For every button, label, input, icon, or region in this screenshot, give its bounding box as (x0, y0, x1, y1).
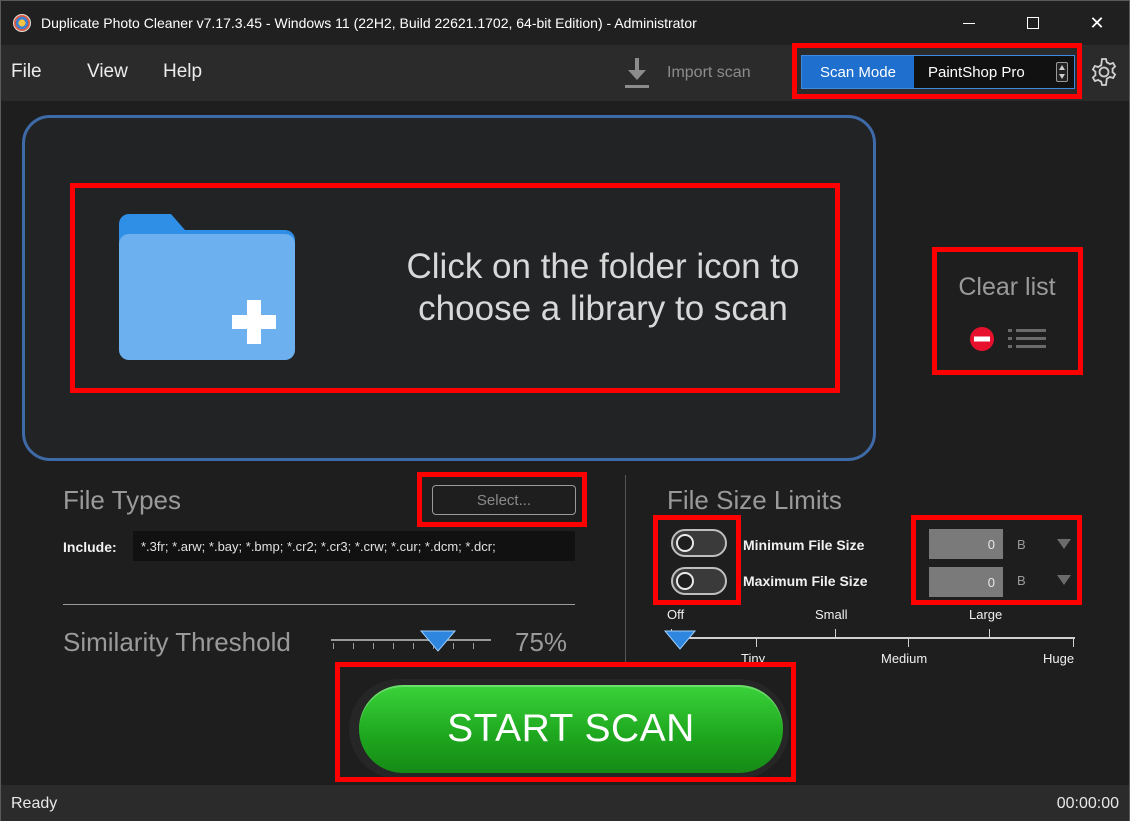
max-file-size-toggle[interactable] (671, 567, 727, 595)
file-size-slider[interactable]: Off Small Large Tiny Medium Huge (661, 607, 1081, 669)
status-text: Ready (11, 795, 58, 812)
close-icon: ✕ (1089, 12, 1105, 33)
minimize-icon (963, 22, 975, 24)
spinner-arrows-icon[interactable] (1056, 62, 1068, 82)
toggle-knob (676, 572, 694, 590)
size-scale-tiny: Tiny (741, 651, 766, 666)
window-controls: ✕ (937, 1, 1129, 45)
include-extensions-field[interactable]: *.3fr; *.arw; *.bay; *.bmp; *.cr2; *.cr3… (133, 531, 575, 561)
clear-list-button[interactable]: Clear list (936, 251, 1078, 371)
divider (63, 604, 575, 605)
size-scale-off: Off (667, 607, 685, 622)
max-unit-dropdown-icon[interactable] (1057, 575, 1071, 585)
scan-mode-dropdown[interactable]: PaintShop Pro (914, 56, 1074, 88)
size-scale-medium: Medium (881, 651, 928, 666)
toggle-knob (676, 534, 694, 552)
similarity-threshold-title: Similarity Threshold (63, 627, 291, 657)
menu-view[interactable]: View (87, 61, 128, 83)
remove-list-icon (970, 327, 1046, 351)
size-scale-large: Large (969, 607, 1003, 622)
drop-zone-instructions: Click on the folder icon to choose a lib… (406, 247, 800, 328)
add-folder-area[interactable]: Click on the folder icon to choose a lib… (73, 186, 843, 394)
size-scale-track (663, 629, 1075, 650)
close-button[interactable]: ✕ (1065, 1, 1129, 45)
import-scan-label: Import scan (667, 64, 751, 81)
maximize-button[interactable] (1001, 1, 1065, 45)
start-scan-button[interactable]: START SCAN (359, 685, 783, 773)
scan-mode-value: PaintShop Pro (928, 63, 1025, 81)
maximize-icon (1027, 17, 1039, 29)
min-size-unit: B (1017, 537, 1026, 552)
max-file-size-label: Maximum File Size (743, 573, 868, 589)
menu-bar: File View Help Import scan Scan Mode Pai… (1, 45, 1129, 101)
status-bar: Ready 00:00:00 (1, 785, 1129, 821)
download-icon (625, 58, 649, 88)
menu-help[interactable]: Help (163, 61, 202, 83)
similarity-value: 75% (515, 627, 568, 657)
window-title: Duplicate Photo Cleaner v7.17.3.45 - Win… (41, 15, 697, 31)
minimize-button[interactable] (937, 1, 1001, 45)
select-file-types-button[interactable]: Select... (432, 485, 576, 515)
file-size-limits-title: File Size Limits (667, 485, 842, 515)
main-panel: Click on the folder icon to choose a lib… (1, 101, 1129, 785)
size-scale-huge: Huge (1043, 651, 1075, 666)
min-file-size-input[interactable]: 0 (929, 529, 1003, 559)
folder-add-icon[interactable] (119, 214, 295, 360)
menu-file[interactable]: File (11, 61, 42, 83)
include-label: Include: (63, 539, 117, 555)
min-unit-dropdown-icon[interactable] (1057, 539, 1071, 549)
elapsed-time: 00:00:00 (1056, 795, 1119, 812)
vertical-divider (625, 475, 626, 665)
scan-mode-selector[interactable]: Scan Mode PaintShop Pro (801, 55, 1075, 89)
size-scale-small: Small (815, 607, 848, 622)
app-window: Duplicate Photo Cleaner v7.17.3.45 - Win… (0, 0, 1130, 821)
file-types-title: File Types (63, 485, 182, 515)
scan-mode-label: Scan Mode (802, 56, 914, 88)
app-logo-icon (13, 14, 31, 32)
library-drop-zone[interactable]: Click on the folder icon to choose a lib… (22, 115, 876, 461)
title-bar: Duplicate Photo Cleaner v7.17.3.45 - Win… (1, 1, 1129, 45)
similarity-threshold-slider[interactable] (331, 629, 491, 655)
gear-icon[interactable] (1089, 57, 1119, 87)
import-scan-button[interactable]: Import scan (623, 55, 751, 91)
max-size-unit: B (1017, 573, 1026, 588)
min-file-size-toggle[interactable] (671, 529, 727, 557)
file-size-slider-thumb (663, 630, 697, 650)
min-file-size-label: Minimum File Size (743, 537, 865, 553)
clear-list-label: Clear list (958, 273, 1056, 301)
max-file-size-input[interactable]: 0 (929, 567, 1003, 597)
